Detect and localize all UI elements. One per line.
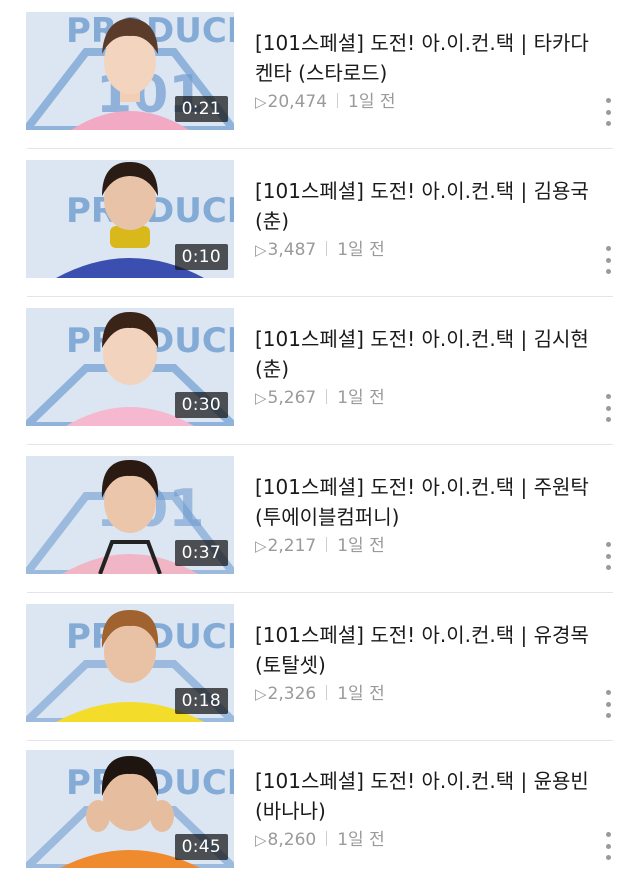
play-icon: ▷ — [255, 241, 267, 259]
more-vertical-icon[interactable] — [600, 98, 616, 126]
play-icon: ▷ — [255, 831, 267, 849]
view-count: 20,474 — [267, 92, 328, 112]
more-vertical-icon[interactable] — [600, 832, 616, 860]
video-list: PRODUCE 101 0:21 [101스페셜] 도전! 아.이.컨.택 | … — [0, 0, 640, 876]
video-list-item[interactable]: PRODUCE 0:45 [101스페셜] 도전! 아.이.컨.택 | 윤용빈 … — [0, 738, 640, 886]
play-icon: ▷ — [255, 685, 267, 703]
video-title-line: (바나나) — [255, 799, 326, 823]
upload-age: 1일 전 — [337, 240, 385, 260]
video-duration-badge: 0:18 — [174, 688, 228, 714]
video-title-line: [101스페셜] 도전! 아.이.컨.택 | 김시현 — [255, 327, 589, 351]
video-list-item[interactable]: PRODUCE 101 0:21 [101스페셜] 도전! 아.이.컨.택 | … — [0, 0, 640, 149]
view-count: 8,260 — [267, 830, 317, 850]
video-meta: ▷20,474 1일 전 — [255, 90, 396, 114]
video-thumbnail[interactable]: PRODUCE 0:30 — [26, 308, 234, 426]
upload-age: 1일 전 — [337, 536, 385, 556]
video-title-line: [101스페셜] 도전! 아.이.컨.택 | 윤용빈 — [255, 769, 589, 793]
video-thumbnail[interactable]: PRODUCE 0:18 — [26, 604, 234, 722]
video-title[interactable]: [101스페셜] 도전! 아.이.컨.택 | 유경목 (토탈셋) — [255, 620, 595, 680]
more-vertical-icon[interactable] — [600, 246, 616, 274]
upload-age: 1일 전 — [337, 684, 385, 704]
video-title-line: (춘) — [255, 209, 290, 233]
more-vertical-icon[interactable] — [600, 542, 616, 570]
video-duration-badge: 0:10 — [174, 244, 228, 270]
video-list-item[interactable]: 101 0:37 [101스페셜] 도전! 아.이.컨.택 | 주원탁 (투에이… — [0, 444, 640, 593]
video-list-item[interactable]: PRODUCE 0:10 [101스페셜] 도전! 아.이.컨.택 | 김용국 … — [0, 148, 640, 297]
video-meta: ▷2,217 1일 전 — [255, 534, 385, 558]
video-list-item[interactable]: PRODUCE 0:30 [101스페셜] 도전! 아.이.컨.택 | 김시현 … — [0, 296, 640, 445]
view-count: 2,326 — [267, 684, 317, 704]
video-title[interactable]: [101스페셜] 도전! 아.이.컨.택 | 타카다 켄타 (스타로드) — [255, 28, 595, 88]
play-icon: ▷ — [255, 389, 267, 407]
meta-divider — [337, 93, 339, 108]
video-title[interactable]: [101스페셜] 도전! 아.이.컨.택 | 김용국 (춘) — [255, 176, 595, 236]
video-title-line: (토탈셋) — [255, 653, 326, 677]
meta-divider — [326, 389, 328, 404]
video-duration-badge: 0:30 — [174, 392, 228, 418]
view-count: 5,267 — [267, 388, 317, 408]
upload-age: 1일 전 — [337, 388, 385, 408]
video-title[interactable]: [101스페셜] 도전! 아.이.컨.택 | 윤용빈 (바나나) — [255, 766, 595, 826]
video-thumbnail[interactable]: PRODUCE 101 0:21 — [26, 12, 234, 130]
meta-divider — [326, 537, 328, 552]
video-title-line: [101스페셜] 도전! 아.이.컨.택 | 김용국 — [255, 179, 589, 203]
video-thumbnail[interactable]: PRODUCE 0:10 — [26, 160, 234, 278]
more-vertical-icon[interactable] — [600, 394, 616, 422]
meta-divider — [326, 685, 328, 700]
view-count: 2,217 — [267, 536, 317, 556]
video-duration-badge: 0:37 — [174, 540, 228, 566]
upload-age: 1일 전 — [348, 92, 396, 112]
video-title-line: (투에이블컴퍼니) — [255, 505, 400, 529]
video-title-line: 켄타 (스타로드) — [255, 61, 388, 85]
play-icon: ▷ — [255, 93, 267, 111]
upload-age: 1일 전 — [337, 830, 385, 850]
video-duration-badge: 0:45 — [174, 834, 228, 860]
video-duration-badge: 0:21 — [174, 96, 228, 122]
video-meta: ▷2,326 1일 전 — [255, 682, 385, 706]
play-icon: ▷ — [255, 537, 267, 555]
video-title-line: [101스페셜] 도전! 아.이.컨.택 | 유경목 — [255, 623, 589, 647]
video-meta: ▷8,260 1일 전 — [255, 828, 385, 852]
video-title-line: [101스페셜] 도전! 아.이.컨.택 | 주원탁 — [255, 475, 589, 499]
video-meta: ▷3,487 1일 전 — [255, 238, 385, 262]
video-title-line: (춘) — [255, 357, 290, 381]
view-count: 3,487 — [267, 240, 317, 260]
video-title-line: [101스페셜] 도전! 아.이.컨.택 | 타카다 — [255, 31, 589, 55]
video-list-item[interactable]: PRODUCE 0:18 [101스페셜] 도전! 아.이.컨.택 | 유경목 … — [0, 592, 640, 741]
video-thumbnail[interactable]: PRODUCE 0:45 — [26, 750, 234, 868]
more-vertical-icon[interactable] — [600, 690, 616, 718]
meta-divider — [326, 831, 328, 846]
video-meta: ▷5,267 1일 전 — [255, 386, 385, 410]
video-title[interactable]: [101스페셜] 도전! 아.이.컨.택 | 주원탁 (투에이블컴퍼니) — [255, 472, 595, 532]
video-title[interactable]: [101스페셜] 도전! 아.이.컨.택 | 김시현 (춘) — [255, 324, 595, 384]
video-thumbnail[interactable]: 101 0:37 — [26, 456, 234, 574]
meta-divider — [326, 241, 328, 256]
